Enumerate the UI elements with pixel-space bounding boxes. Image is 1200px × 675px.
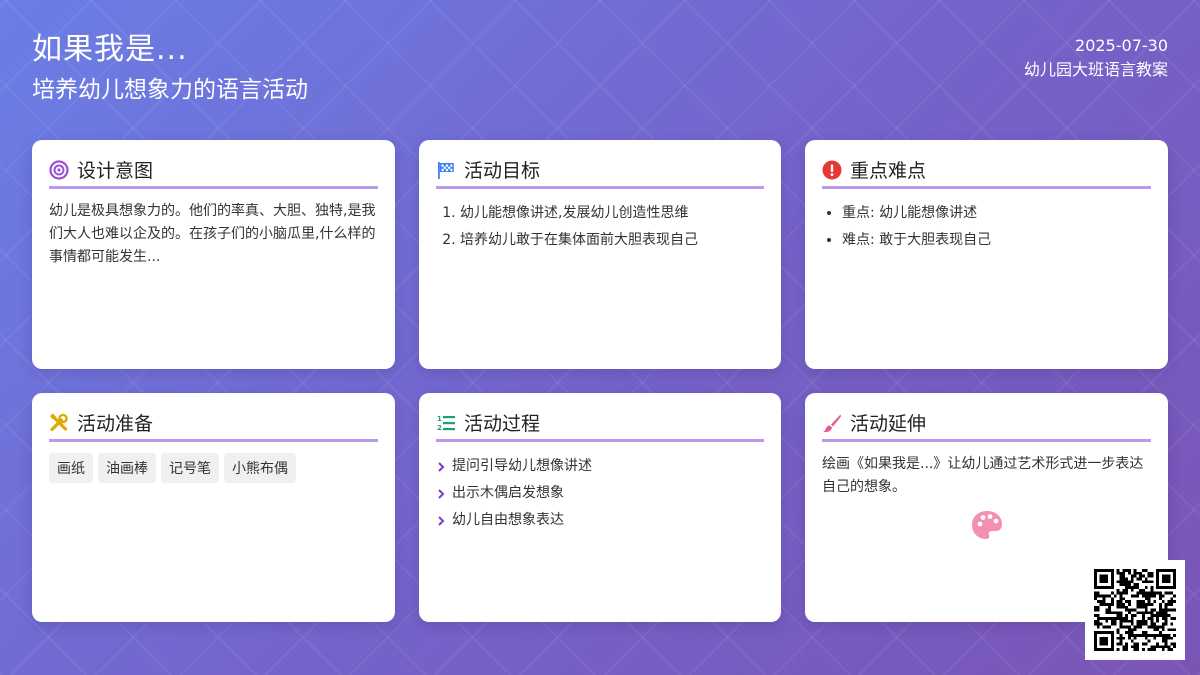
list-item: 提问引导幼儿想像讲述 (436, 453, 764, 480)
palette-decoration (822, 509, 1151, 545)
card-header: 设计意图 (49, 156, 378, 189)
list-item: 幼儿自由想象表达 (436, 507, 764, 534)
card-key-points: 重点难点 重点: 幼儿能想像讲述 难点: 敢于大胆表现自己 (805, 140, 1168, 369)
material-tag: 小熊布偶 (224, 453, 296, 483)
numbered-list-icon: 1 2 (437, 415, 455, 432)
date-label: 2025-07-30 (1075, 36, 1168, 55)
card-goals: 活动目标 幼儿能想像讲述,发展幼儿创造性思维 培养幼儿敢于在集体面前大胆表现自己 (419, 140, 781, 369)
card-header: 1 2 活动过程 (436, 409, 764, 442)
page-header: 如果我是... 培养幼儿想象力的语言活动 (32, 30, 308, 106)
card-header: 活动目标 (436, 156, 764, 189)
qr-code (1085, 560, 1185, 660)
card-title: 活动延伸 (850, 413, 927, 435)
card-design-intent: 设计意图 幼儿是极具想象力的。他们的率真、大胆、独特,是我们大人也难以企及的。在… (32, 140, 395, 369)
chevron-right-icon (438, 461, 445, 472)
card-header: 活动准备 (49, 409, 378, 442)
card-title: 活动过程 (464, 413, 541, 435)
list-item: 培养幼儿敢于在集体面前大胆表现自己 (460, 227, 764, 254)
page-subtitle: 培养幼儿想象力的语言活动 (32, 77, 308, 103)
step-text: 幼儿自由想象表达 (452, 512, 564, 528)
page-title: 如果我是... (32, 32, 188, 67)
header-meta: 2025-07-30 幼儿园大班语言教案 (1024, 34, 1168, 82)
flag-icon (438, 161, 454, 179)
list-item: 出示木偶启发想象 (436, 480, 764, 507)
card-title: 重点难点 (850, 160, 927, 182)
card-process: 1 2 活动过程 提问引导幼儿想像讲述 出示木偶启发想象 幼儿自由想象表达 (419, 393, 781, 622)
card-header: 活动延伸 (822, 409, 1151, 442)
svg-text:2: 2 (437, 424, 442, 432)
palette-icon (971, 511, 1002, 539)
card-title: 设计意图 (77, 160, 154, 182)
step-text: 出示木偶启发想象 (452, 485, 564, 501)
exclamation-icon (822, 160, 842, 179)
material-tag: 画纸 (49, 453, 93, 483)
category-label: 幼儿园大班语言教案 (1023, 60, 1168, 79)
goals-list: 幼儿能想像讲述,发展幼儿创造性思维 培养幼儿敢于在集体面前大胆表现自己 (436, 200, 764, 254)
step-text: 提问引导幼儿想像讲述 (452, 458, 592, 474)
material-tag: 油画棒 (98, 453, 156, 483)
extension-text: 绘画《如果我是...》让幼儿通过艺术形式进一步表达自己的想象。 (822, 456, 1144, 495)
card-title: 活动目标 (464, 160, 541, 182)
card-preparation: 活动准备 画纸 油画棒 记号笔 小熊布偶 (32, 393, 395, 622)
list-item: 幼儿能想像讲述,发展幼儿创造性思维 (460, 200, 764, 227)
target-icon (49, 159, 69, 180)
list-item: 重点: 幼儿能想像讲述 (842, 200, 1151, 227)
list-item: 难点: 敢于大胆表现自己 (842, 227, 1151, 254)
chevron-right-icon (438, 515, 445, 526)
chevron-right-icon (438, 488, 445, 499)
card-title: 活动准备 (77, 413, 154, 435)
material-tag: 记号笔 (161, 453, 219, 483)
materials-tags: 画纸 油画棒 记号笔 小熊布偶 (49, 453, 378, 483)
card-header: 重点难点 (822, 156, 1151, 189)
design-text: 幼儿是极具想象力的。他们的率真、大胆、独特,是我们大人也难以企及的。在孩子们的小… (49, 203, 376, 265)
tools-icon (50, 413, 68, 431)
svg-text:1: 1 (437, 415, 442, 423)
key-points-list: 重点: 幼儿能想像讲述 难点: 敢于大胆表现自己 (822, 200, 1151, 254)
paintbrush-icon (823, 414, 841, 432)
qr-code-image (1094, 569, 1176, 651)
process-steps: 提问引导幼儿想像讲述 出示木偶启发想象 幼儿自由想象表达 (436, 453, 764, 534)
